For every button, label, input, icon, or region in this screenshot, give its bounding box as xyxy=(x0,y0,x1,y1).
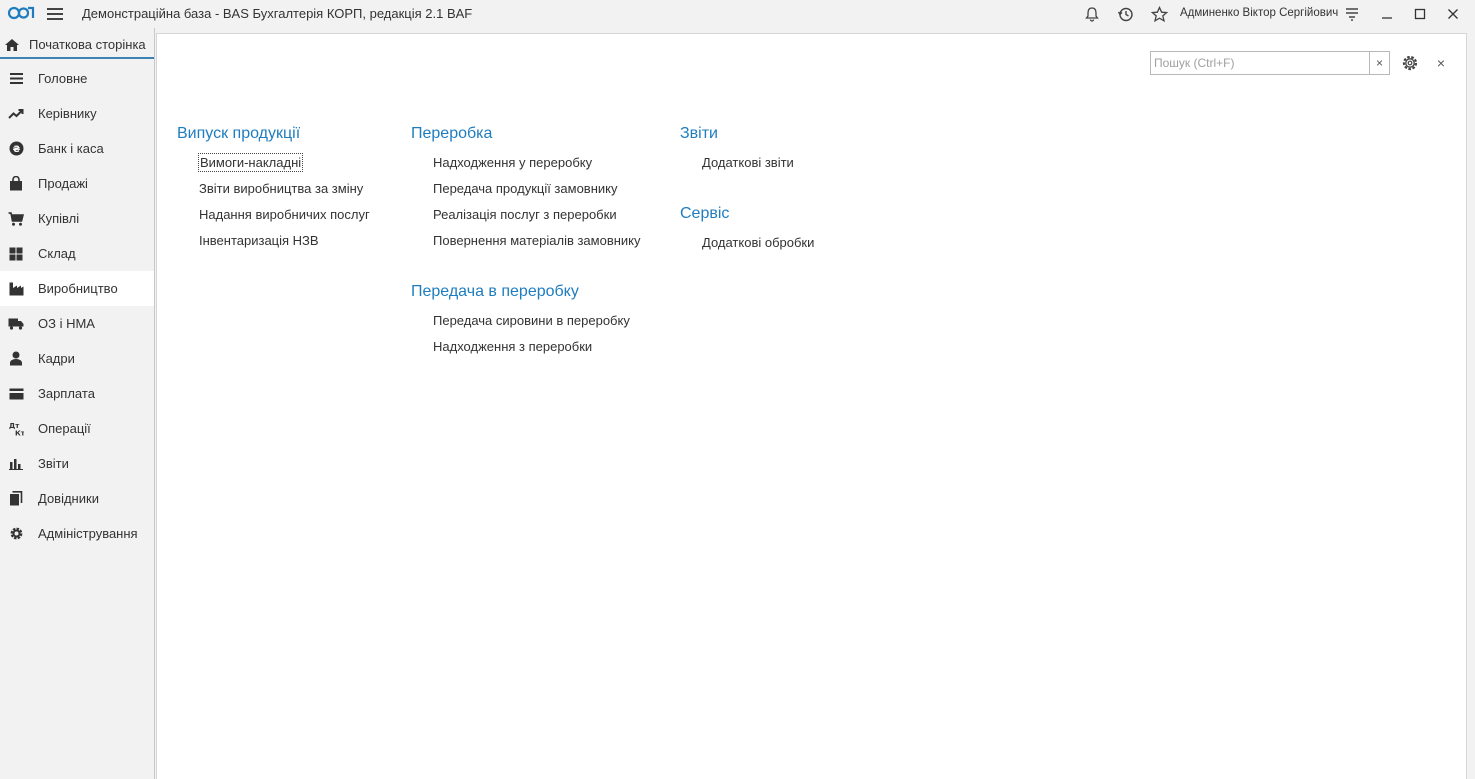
books-icon xyxy=(8,491,24,507)
link-processing-services-sale[interactable]: Реалізація послуг з переробки xyxy=(432,206,642,232)
group-title: Переробка xyxy=(411,125,493,142)
link-transfer-raw-materials[interactable]: Передача сировини в переробку xyxy=(432,312,642,338)
app-title: Демонстраційна база - BAS Бухгалтерія КО… xyxy=(82,6,473,21)
home-icon xyxy=(5,38,19,51)
group-service: Сервіс Додаткові обробки xyxy=(680,204,815,260)
settings-lines-icon[interactable] xyxy=(1342,4,1362,24)
group-title: Сервіс xyxy=(680,205,730,222)
main-menu-icon[interactable] xyxy=(47,6,63,22)
history-icon[interactable] xyxy=(1116,5,1134,23)
group-title: Передача в переробку xyxy=(411,283,579,300)
panel-close-button[interactable]: × xyxy=(1433,53,1449,73)
link-receipt-for-processing[interactable]: Надходження у переробку xyxy=(432,154,642,180)
main-panel: × × Випуск продукції Вимоги-накладні Зві… xyxy=(156,33,1466,779)
svg-text:₴: ₴ xyxy=(12,145,20,155)
column-processing: Переробка Надходження у переробку Переда… xyxy=(411,124,642,388)
panel-settings-gear-icon[interactable] xyxy=(1400,53,1420,73)
sidebar-item-fixed-assets[interactable]: ОЗ і НМА xyxy=(0,306,154,341)
sidebar-item-administration[interactable]: Адміністрування xyxy=(0,516,154,551)
group-reports: Звіти Додаткові звіти xyxy=(680,124,815,180)
link-return-materials-to-customer[interactable]: Повернення матеріалів замовнику xyxy=(432,232,642,258)
sidebar-nav: Головне Керівнику ₴ Банк і каса Продажі … xyxy=(0,61,154,551)
bell-icon[interactable] xyxy=(1083,5,1101,23)
link-shift-production-reports[interactable]: Звіти виробництва за зміну xyxy=(198,180,371,206)
sidebar-item-production[interactable]: Виробництво xyxy=(0,271,154,306)
group-title: Звіти xyxy=(680,125,718,142)
shopping-bag-icon xyxy=(8,176,24,192)
card-icon xyxy=(8,386,24,402)
sidebar-item-salary[interactable]: Зарплата xyxy=(0,376,154,411)
sidebar-item-manager[interactable]: Керівнику xyxy=(0,96,154,131)
person-icon xyxy=(8,351,24,367)
title-bar: Демонстраційна база - BAS Бухгалтерія КО… xyxy=(0,0,1475,28)
right-strip xyxy=(1466,33,1475,779)
sidebar-item-reports[interactable]: Звіти xyxy=(0,446,154,481)
sidebar-item-warehouse[interactable]: Склад xyxy=(0,236,154,271)
star-icon[interactable] xyxy=(1150,5,1168,23)
gear-icon xyxy=(8,526,24,542)
sidebar-item-bank[interactable]: ₴ Банк і каса xyxy=(0,131,154,166)
column-reports-service: Звіти Додаткові звіти Сервіс Додаткові о… xyxy=(680,124,815,284)
menu-list-icon xyxy=(8,71,24,87)
truck-icon xyxy=(8,316,24,332)
link-additional-reports[interactable]: Додаткові звіти xyxy=(701,154,815,180)
group-title: Випуск продукції xyxy=(177,125,301,142)
sidebar-item-directories[interactable]: Довідники xyxy=(0,481,154,516)
sidebar-item-purchases[interactable]: Купівлі xyxy=(0,201,154,236)
sidebar-item-sales[interactable]: Продажі xyxy=(0,166,154,201)
link-production-services[interactable]: Надання виробничих послуг xyxy=(198,206,371,232)
user-name[interactable]: Админенко Віктор Сергійович xyxy=(1180,7,1338,19)
sidebar: Початкова сторінка Головне Керівнику ₴ Б… xyxy=(0,28,155,779)
group-outsourced-processing: Передача в переробку Передача сировини в… xyxy=(411,282,642,364)
bar-chart-icon xyxy=(8,456,24,472)
search-box: × xyxy=(1150,51,1390,75)
minimize-icon[interactable] xyxy=(1377,4,1397,24)
link-receipt-from-processing[interactable]: Надходження з переробки xyxy=(432,338,642,364)
link-requisition-invoices[interactable]: Вимоги-накладні xyxy=(198,153,371,180)
svg-text:Кт: Кт xyxy=(15,430,24,437)
tab-home-label: Початкова сторінка xyxy=(29,37,146,52)
column-production-output: Випуск продукції Вимоги-накладні Звіти в… xyxy=(177,124,371,282)
link-wip-inventory[interactable]: Інвентаризація НЗВ xyxy=(198,232,371,258)
maximize-icon[interactable] xyxy=(1410,4,1430,24)
search-input[interactable] xyxy=(1151,52,1369,74)
sidebar-item-hr[interactable]: Кадри xyxy=(0,341,154,376)
cart-icon xyxy=(8,211,24,227)
sidebar-item-main[interactable]: Головне xyxy=(0,61,154,96)
group-processing: Переробка Надходження у переробку Переда… xyxy=(411,124,642,258)
close-icon[interactable] xyxy=(1443,4,1463,24)
search-clear-button[interactable]: × xyxy=(1369,52,1389,74)
grid-icon xyxy=(8,246,24,262)
group-production-output: Випуск продукції Вимоги-накладні Звіти в… xyxy=(177,124,371,258)
sidebar-item-operations[interactable]: Дт Кт Операції xyxy=(0,411,154,446)
link-transfer-products-to-customer[interactable]: Передача продукції замовнику xyxy=(432,180,642,206)
factory-icon xyxy=(8,281,24,297)
coin-icon: ₴ xyxy=(8,141,24,157)
link-additional-processing[interactable]: Додаткові обробки xyxy=(701,234,815,260)
tab-home[interactable]: Початкова сторінка xyxy=(0,32,154,59)
trend-icon xyxy=(8,106,24,122)
dt-kt-icon: Дт Кт xyxy=(8,421,24,437)
bas-logo-icon xyxy=(7,6,35,20)
